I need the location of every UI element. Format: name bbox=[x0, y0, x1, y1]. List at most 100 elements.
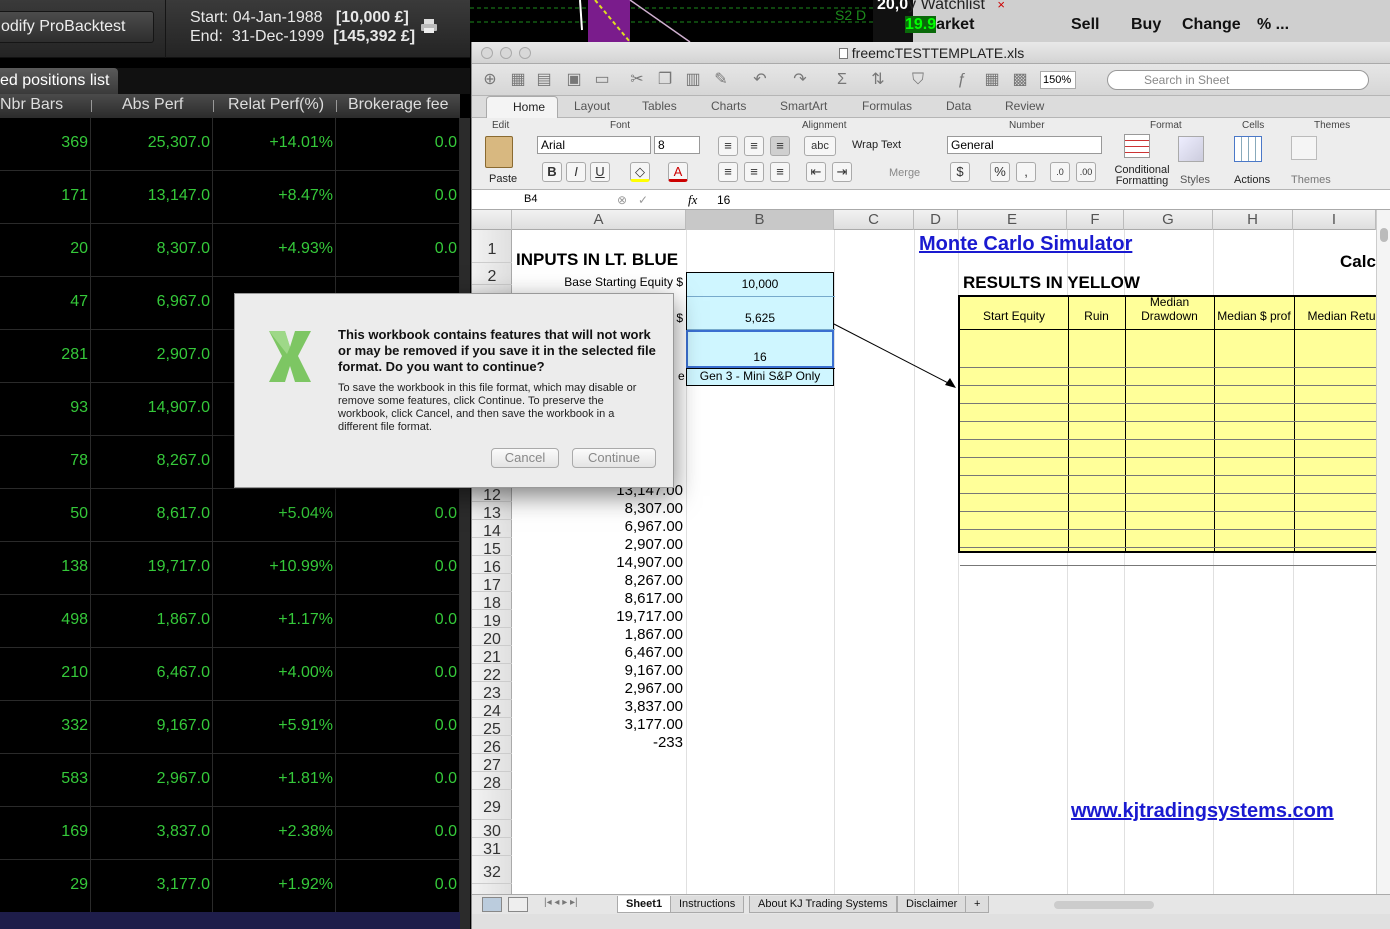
tab-charts[interactable]: Charts bbox=[711, 99, 746, 113]
horizontal-scrollbar[interactable] bbox=[1054, 901, 1154, 909]
column-a-value[interactable]: 8,267.00 bbox=[512, 572, 683, 589]
decrease-decimal-icon[interactable]: .00 bbox=[1076, 162, 1096, 182]
select-all-corner[interactable] bbox=[472, 210, 512, 230]
table-row[interactable]: 50 8,617.0 +5.04% 0.0 bbox=[0, 489, 460, 542]
row-header[interactable]: 30 bbox=[472, 820, 512, 840]
align-center-icon[interactable]: ≡ bbox=[744, 162, 764, 182]
column-a-value[interactable]: 8,307.00 bbox=[512, 500, 683, 517]
cut-icon[interactable]: ✂ bbox=[627, 70, 647, 90]
table-row[interactable]: 498 1,867.0 +1.17% 0.0 bbox=[0, 595, 460, 648]
tab-positions-list[interactable]: ed positions list bbox=[0, 68, 118, 94]
column-header-f[interactable]: F bbox=[1067, 210, 1124, 230]
tab-home[interactable]: Home bbox=[486, 96, 558, 118]
tab-formulas[interactable]: Formulas bbox=[862, 99, 912, 113]
watchlist-col-pct[interactable]: % ... bbox=[1257, 16, 1289, 34]
gallery-icon[interactable]: ▦ bbox=[982, 70, 1002, 90]
row-header[interactable]: 29 bbox=[472, 790, 512, 820]
row-header[interactable]: 17 bbox=[472, 574, 512, 594]
toolbox-icon[interactable]: ▩ bbox=[1010, 70, 1030, 90]
row5-value[interactable]: Gen 3 - Mini S&P Only bbox=[686, 369, 834, 383]
filter-icon[interactable]: ⛉ bbox=[908, 70, 928, 90]
website-link[interactable]: www.kjtradingsystems.com bbox=[1071, 800, 1334, 823]
row3-value[interactable]: 5,625 bbox=[686, 311, 834, 325]
table-row[interactable]: 210 6,467.0 +4.00% 0.0 bbox=[0, 648, 460, 701]
row-header[interactable]: 15 bbox=[472, 538, 512, 558]
bold-button[interactable]: B bbox=[542, 162, 562, 182]
autosum-icon[interactable]: Σ bbox=[832, 70, 852, 90]
templates-icon[interactable]: ▦ bbox=[508, 70, 528, 90]
comma-style-icon[interactable]: , bbox=[1016, 162, 1036, 182]
table-row[interactable]: 369 25,307.0 +14.01% 0.0 bbox=[0, 118, 460, 171]
tab-data[interactable]: Data bbox=[946, 99, 971, 113]
increase-decimal-icon[interactable]: .0 bbox=[1050, 162, 1070, 182]
increase-indent-icon[interactable]: ⇥ bbox=[832, 162, 852, 182]
paste-icon[interactable]: ▥ bbox=[683, 70, 703, 90]
column-a-value[interactable]: 9,167.00 bbox=[512, 662, 683, 679]
cancel-button[interactable]: Cancel bbox=[491, 448, 559, 468]
align-middle-icon[interactable]: ≡ bbox=[744, 136, 764, 156]
header-abs-perf[interactable]: Abs Perf bbox=[122, 96, 183, 114]
tab-smartart[interactable]: SmartArt bbox=[780, 99, 827, 113]
watchlist-col-sell[interactable]: Sell bbox=[1071, 16, 1099, 34]
name-box[interactable]: B4 bbox=[524, 193, 604, 205]
paste-clipboard-icon[interactable] bbox=[485, 136, 513, 168]
column-a-value[interactable]: 6,467.00 bbox=[512, 644, 683, 661]
table-row[interactable]: 169 3,837.0 +2.38% 0.0 bbox=[0, 807, 460, 860]
header-nbr-bars[interactable]: Nbr Bars bbox=[0, 96, 63, 114]
conditional-formatting-button[interactable]: Conditional Formatting bbox=[1112, 165, 1172, 187]
row-header[interactable]: 19 bbox=[472, 610, 512, 630]
undo-icon[interactable]: ↶ bbox=[750, 70, 770, 90]
underline-button[interactable]: U bbox=[590, 162, 610, 182]
row-header[interactable]: 27 bbox=[472, 754, 512, 774]
continue-button[interactable]: Continue bbox=[572, 448, 656, 468]
save-icon[interactable]: ▣ bbox=[564, 70, 584, 90]
tab-about-kj[interactable]: About KJ Trading Systems bbox=[749, 896, 897, 913]
column-a-value[interactable]: 6,967.00 bbox=[512, 518, 683, 535]
sort-icon[interactable]: ⇅ bbox=[868, 70, 888, 90]
row-header[interactable]: 16 bbox=[472, 556, 512, 576]
number-format-select[interactable]: General bbox=[947, 136, 1102, 154]
percent-style-icon[interactable]: % bbox=[990, 162, 1010, 182]
row-header[interactable]: 31 bbox=[472, 838, 512, 858]
font-name-select[interactable]: Arial bbox=[537, 136, 651, 154]
align-top-icon[interactable]: ≡ bbox=[718, 136, 738, 156]
open-icon[interactable]: ▤ bbox=[534, 70, 554, 90]
row-header[interactable]: 25 bbox=[472, 718, 512, 738]
themes-button[interactable]: Themes bbox=[1291, 174, 1331, 186]
cancel-formula-icon[interactable]: ⊗ bbox=[617, 193, 627, 207]
row-header[interactable]: 32 bbox=[472, 856, 512, 884]
actions-button[interactable]: Actions bbox=[1234, 174, 1270, 186]
printer-icon[interactable] bbox=[420, 18, 438, 34]
styles-icon[interactable] bbox=[1178, 136, 1204, 162]
sheet-nav-arrows[interactable]: |◂ ◂ ▸ ▸| bbox=[544, 897, 578, 908]
close-icon[interactable]: × bbox=[997, 0, 1005, 12]
row-header[interactable]: 26 bbox=[472, 736, 512, 756]
view-normal-icon[interactable] bbox=[482, 897, 502, 912]
row-header[interactable]: 28 bbox=[472, 772, 512, 792]
watchlist-col-change[interactable]: Change bbox=[1182, 16, 1241, 34]
cells-actions-icon[interactable] bbox=[1234, 136, 1262, 162]
tab-disclaimer[interactable]: Disclaimer bbox=[897, 896, 967, 913]
merge-button[interactable]: Merge bbox=[889, 167, 920, 179]
positions-scrollbar[interactable] bbox=[460, 118, 470, 929]
column-a-value[interactable]: -233 bbox=[512, 734, 683, 751]
table-row[interactable]: 171 13,147.0 +8.47% 0.0 bbox=[0, 171, 460, 224]
row-header[interactable]: 1 bbox=[472, 230, 512, 263]
new-document-icon[interactable]: ⊕ bbox=[480, 70, 500, 90]
column-header-b[interactable]: B bbox=[686, 210, 834, 230]
header-relat-perf[interactable]: Relat Perf(%) bbox=[228, 96, 324, 114]
tab-tables[interactable]: Tables bbox=[642, 99, 677, 113]
column-header-c[interactable]: C bbox=[834, 210, 914, 230]
column-header-i[interactable]: I bbox=[1293, 210, 1376, 230]
wrap-text-button[interactable]: Wrap Text bbox=[852, 139, 901, 151]
base-equity-value[interactable]: 10,000 bbox=[686, 277, 834, 291]
row-header[interactable]: 2 bbox=[472, 263, 512, 285]
column-a-value[interactable]: 8,617.00 bbox=[512, 590, 683, 607]
column-header-d[interactable]: D bbox=[914, 210, 958, 230]
paste-label[interactable]: Paste bbox=[489, 173, 517, 185]
row-header[interactable]: 23 bbox=[472, 682, 512, 702]
table-row[interactable]: 20 8,307.0 +4.93% 0.0 bbox=[0, 224, 460, 277]
results-table[interactable]: Start Equity Ruin Median Drawdown Median $ … bbox=[958, 295, 1390, 566]
monte-carlo-title[interactable]: Monte Carlo Simulator bbox=[919, 233, 1132, 256]
vertical-scrollbar[interactable] bbox=[1376, 210, 1390, 894]
